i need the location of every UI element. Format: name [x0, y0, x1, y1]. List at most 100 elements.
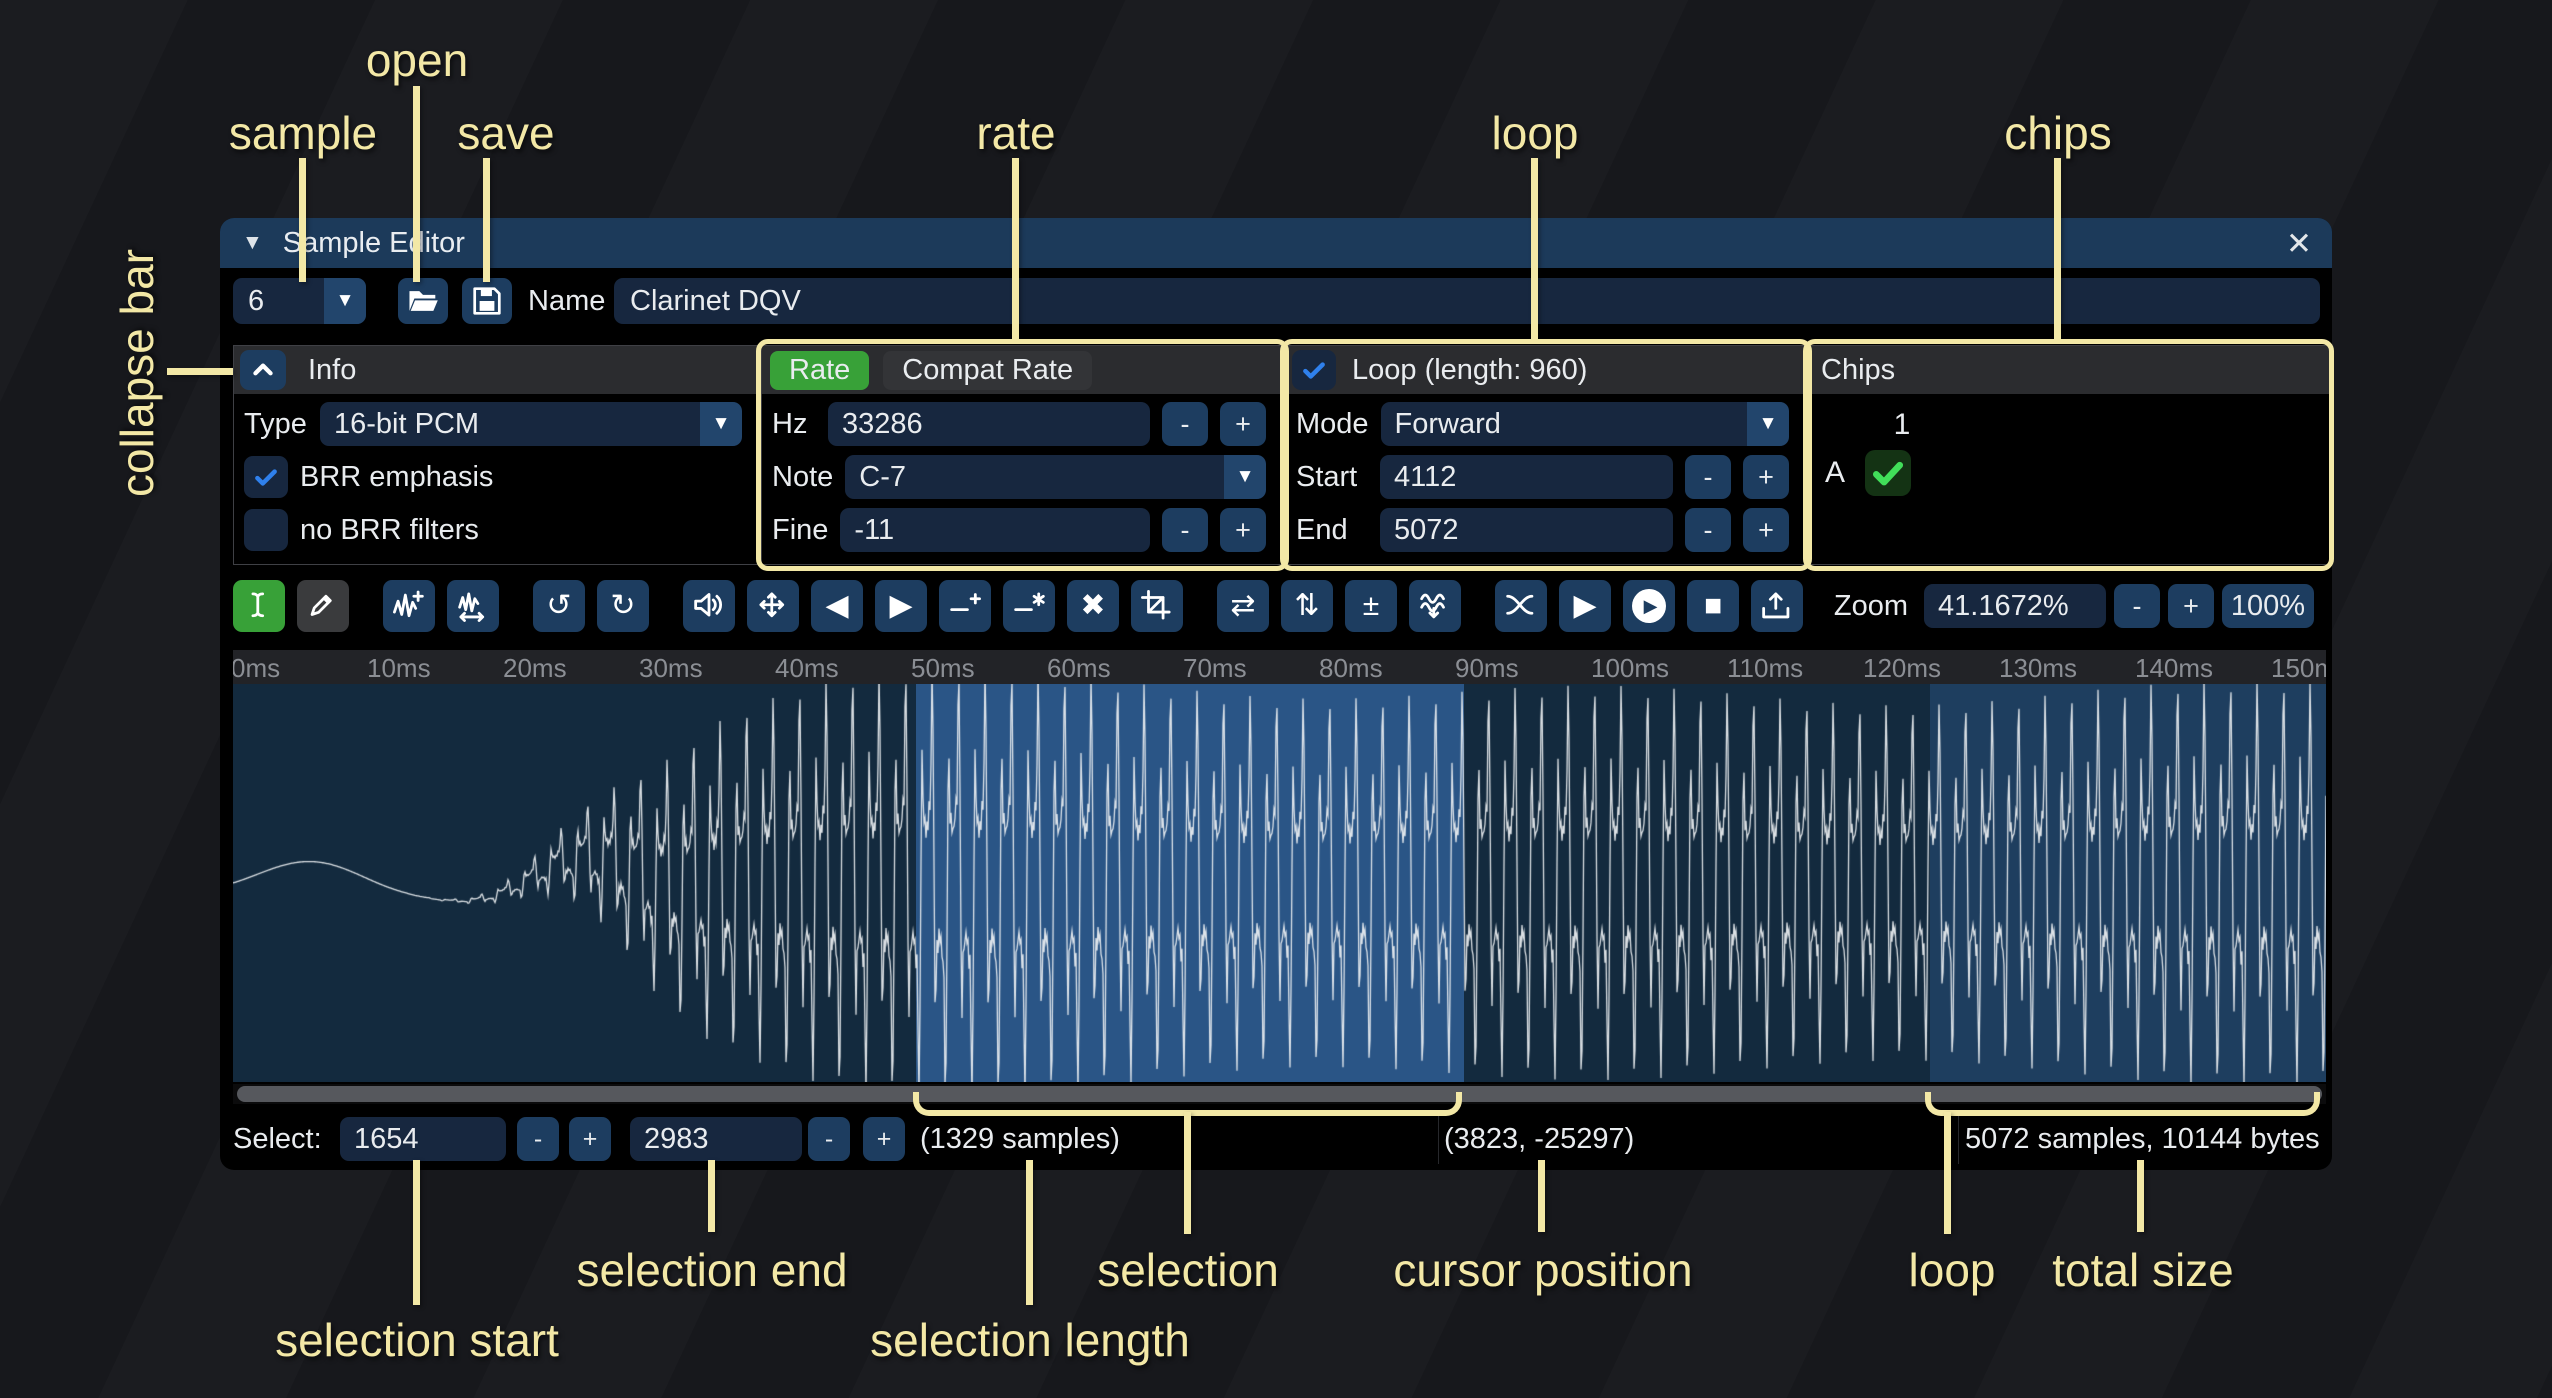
annotation-loop-bottom: loop: [1909, 1243, 1996, 1297]
loop-panel-outline: [1280, 339, 1812, 571]
selection-start-decrement-button[interactable]: -: [517, 1117, 559, 1161]
type-select-value: 16-bit PCM: [320, 402, 700, 446]
ruler-tick: 90ms: [1455, 653, 1519, 684]
wave-stretch-icon: [456, 589, 490, 623]
apply-filter-button[interactable]: [1409, 580, 1461, 632]
no-brr-filters-checkbox[interactable]: [244, 509, 288, 551]
ruler-tick: 60ms: [1047, 653, 1111, 684]
stop-icon: ■: [1704, 591, 1722, 621]
ruler-tick: 140ms: [2135, 653, 2213, 684]
annotation-chips: chips: [2004, 106, 2111, 160]
delete-icon: ✖: [1080, 591, 1105, 621]
pencil-icon: [306, 589, 340, 623]
play-circle-icon: ▶: [1632, 589, 1666, 623]
import-button[interactable]: [1751, 580, 1803, 632]
amplify-button[interactable]: [683, 580, 735, 632]
annotation-rate: rate: [976, 106, 1055, 160]
type-select[interactable]: 16-bit PCM ▼: [320, 402, 742, 446]
zoom-in-button[interactable]: +: [2168, 584, 2214, 628]
upload-icon: [1760, 589, 1794, 623]
preview-loop-button[interactable]: ▶: [1623, 580, 1675, 632]
ruler-tick: 30ms: [639, 653, 703, 684]
save-button[interactable]: [462, 278, 512, 324]
selection-start-input[interactable]: 1654: [340, 1117, 506, 1161]
save-icon: [471, 285, 503, 317]
ibeam-icon: [242, 589, 276, 623]
annotation-line: [1944, 1112, 1951, 1234]
sample-select-value: 6: [233, 278, 324, 324]
brr-emphasis-checkbox[interactable]: [244, 456, 288, 498]
annotation-sample: sample: [229, 106, 377, 160]
chevron-down-icon[interactable]: ▼: [700, 402, 742, 446]
ruler-tick: 10ms: [367, 653, 431, 684]
annotation-selection-length: selection length: [870, 1313, 1190, 1367]
zoom-label: Zoom: [1834, 590, 1908, 623]
check-icon: [252, 463, 280, 491]
fade-in-button[interactable]: ◀: [811, 580, 863, 632]
normalize-button[interactable]: [747, 580, 799, 632]
ruler-tick: 80ms: [1319, 653, 1383, 684]
close-button[interactable]: ✕: [2280, 225, 2318, 263]
loop-bracket: [1925, 1092, 2320, 1116]
crossfade-button[interactable]: [1495, 580, 1547, 632]
selection-end-decrement-button[interactable]: -: [808, 1117, 850, 1161]
normalize-icon: [756, 589, 790, 623]
no-brr-filters-label: no BRR filters: [300, 514, 479, 547]
zoom-input[interactable]: 41.1672%: [1924, 584, 2106, 628]
info-panel: Info Type 16-bit PCM ▼ BRR emp: [233, 345, 761, 565]
annotation-line: [2054, 158, 2061, 339]
delete-button[interactable]: ✖: [1067, 580, 1119, 632]
selection-start-increment-button[interactable]: +: [569, 1117, 611, 1161]
open-button[interactable]: [398, 278, 448, 324]
annotation-collapse-bar: collapse bar: [110, 249, 164, 497]
annotation-line: [1538, 1160, 1545, 1232]
undo-button[interactable]: ↺: [533, 580, 585, 632]
zoom-reset-button[interactable]: 100%: [2222, 584, 2314, 628]
fade-in-icon: ◀: [825, 591, 848, 621]
ruler-tick: 150ms: [2271, 653, 2326, 684]
chevron-down-icon[interactable]: ▼: [324, 278, 366, 324]
trim-button[interactable]: [1131, 580, 1183, 632]
select-mode-button[interactable]: [233, 580, 285, 632]
reverse-icon: ⇄: [1230, 591, 1255, 621]
zoom-out-button[interactable]: -: [2114, 584, 2160, 628]
redo-button[interactable]: ↻: [597, 580, 649, 632]
ruler-tick: 120ms: [1863, 653, 1941, 684]
waveform-view[interactable]: [233, 684, 2326, 1082]
resize-button[interactable]: [383, 580, 435, 632]
fade-out-icon: ▶: [889, 591, 912, 621]
line-plus-icon: [948, 589, 982, 623]
line-star-icon: [1012, 589, 1046, 623]
apply-silence-button[interactable]: [1003, 580, 1055, 632]
loop-region: [1930, 684, 2326, 1082]
selection-end-increment-button[interactable]: +: [863, 1117, 905, 1161]
select-label: Select:: [233, 1110, 322, 1168]
name-label: Name: [528, 278, 605, 324]
annotation-line: [413, 1160, 420, 1305]
signed-unsigned-button[interactable]: ±: [1345, 580, 1397, 632]
reverse-button[interactable]: ⇄: [1217, 580, 1269, 632]
trim-icon: [1140, 589, 1174, 623]
collapse-bar-button[interactable]: [240, 350, 286, 390]
insert-silence-button[interactable]: [939, 580, 991, 632]
sample-select[interactable]: 6 ▼: [233, 278, 366, 324]
info-panel-title: Info: [308, 354, 356, 387]
ruler-tick: 70ms: [1183, 653, 1247, 684]
ruler-tick: 110ms: [1727, 653, 1803, 684]
name-input[interactable]: Clarinet DQV: [614, 278, 2320, 324]
ruler-tick: 50ms: [911, 653, 975, 684]
annotation-line: [1184, 1112, 1191, 1234]
preview-button[interactable]: ▶: [1559, 580, 1611, 632]
draw-mode-button[interactable]: [297, 580, 349, 632]
resample-button[interactable]: [447, 580, 499, 632]
annotation-line: [1012, 158, 1019, 339]
filter-icon: [1418, 589, 1452, 623]
folder-open-icon: [407, 285, 439, 317]
selection-end-input[interactable]: 2983: [630, 1117, 802, 1161]
window-collapse-icon[interactable]: ▼: [242, 231, 263, 255]
status-divider: [1438, 1114, 1439, 1164]
fade-out-button[interactable]: ▶: [875, 580, 927, 632]
window-title: Sample Editor: [283, 227, 465, 260]
invert-button[interactable]: ⇅: [1281, 580, 1333, 632]
stop-preview-button[interactable]: ■: [1687, 580, 1739, 632]
